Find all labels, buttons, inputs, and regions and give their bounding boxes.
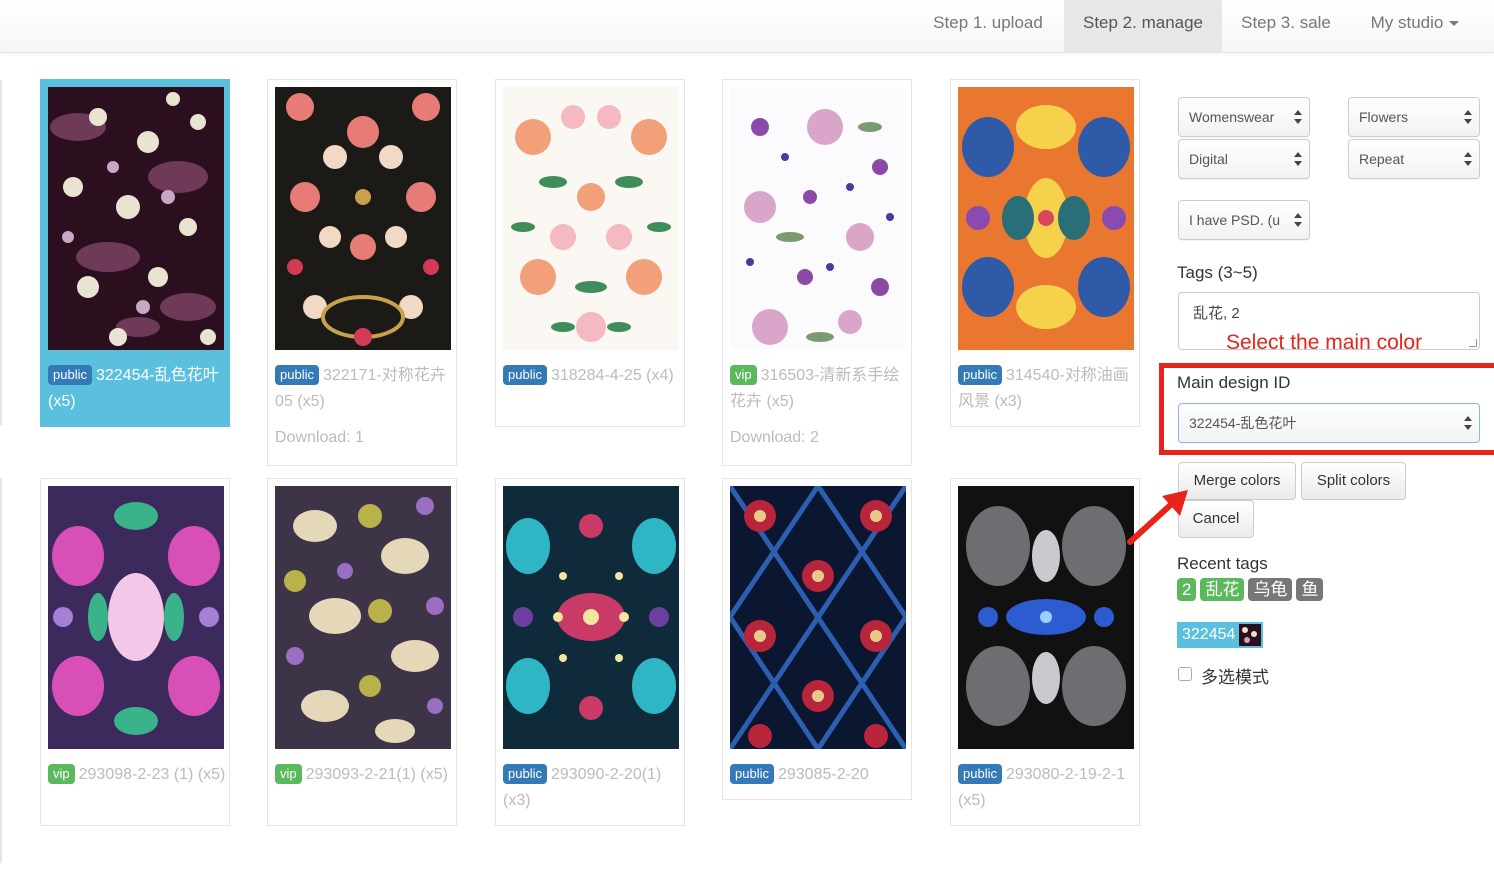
psd-select-value: I have PSD. (u bbox=[1189, 212, 1281, 228]
select-arrows-icon bbox=[1294, 213, 1302, 227]
technique-select-value: Digital bbox=[1189, 151, 1228, 167]
status-badge: vip bbox=[48, 764, 75, 784]
download-count: Download: 2 bbox=[730, 429, 819, 446]
recent-tag[interactable]: 乱花 bbox=[1200, 578, 1245, 601]
design-card[interactable]: vip 293093-2-21(1) (x5) bbox=[267, 478, 457, 826]
design-thumbnail[interactable] bbox=[48, 486, 224, 749]
nav-step-upload[interactable]: Step 1. upload bbox=[914, 0, 1062, 53]
design-title[interactable]: 293085-2-20 bbox=[778, 766, 869, 783]
left-scroll-edge bbox=[0, 80, 2, 425]
design-caption: vip 293098-2-23 (1) (x5) bbox=[48, 762, 226, 788]
status-badge: public bbox=[503, 365, 547, 385]
theme-select-value: Flowers bbox=[1359, 109, 1409, 125]
design-thumbnail[interactable] bbox=[503, 87, 679, 350]
annotation-arrow-icon bbox=[1127, 490, 1188, 545]
design-title[interactable]: 318284-4-25 (x4) bbox=[551, 367, 674, 384]
design-caption: vip 293093-2-21(1) (x5) bbox=[275, 762, 453, 788]
recent-tag[interactable]: 乌龟 bbox=[1248, 578, 1293, 601]
psd-select[interactable]: I have PSD. (u bbox=[1178, 200, 1310, 240]
status-badge: public bbox=[48, 365, 92, 385]
design-card[interactable]: public 293090-2-20(1) (x3) bbox=[495, 478, 685, 826]
top-navbar: Step 1. upload Step 2. manage Step 3. sa… bbox=[0, 0, 1494, 53]
design-card[interactable]: public 322171-对称花卉05 (x5) Download: 1 bbox=[267, 79, 457, 466]
layout-select-value: Repeat bbox=[1359, 151, 1405, 167]
design-card[interactable]: vip 316503-清新系手绘花卉 (x5) Download: 2 bbox=[722, 79, 912, 466]
design-thumbnail[interactable] bbox=[48, 87, 224, 350]
recent-tags-label: Recent tags bbox=[1177, 554, 1268, 573]
design-title[interactable]: 293098-2-23 (1) (x5) bbox=[79, 766, 226, 783]
recent-design-chip[interactable]: 322454 bbox=[1177, 622, 1263, 648]
annotation-text: Select the main color bbox=[1226, 331, 1423, 354]
main-design-id-label: Main design ID bbox=[1177, 373, 1291, 392]
design-caption: vip 316503-清新系手绘花卉 (x5) bbox=[730, 363, 908, 415]
select-arrows-icon bbox=[1294, 110, 1302, 124]
caret-down-icon bbox=[1449, 21, 1460, 27]
design-thumbnail[interactable] bbox=[275, 87, 451, 350]
left-scroll-edge bbox=[0, 478, 2, 863]
multi-select-label: 多选模式 bbox=[1201, 668, 1269, 687]
design-thumbnail[interactable] bbox=[730, 87, 906, 350]
design-thumbnail[interactable] bbox=[503, 486, 679, 749]
select-arrows-icon bbox=[1464, 110, 1472, 124]
tags-input-value: 乱花, 2 bbox=[1193, 305, 1240, 322]
status-badge: vip bbox=[730, 365, 757, 385]
design-thumbnail[interactable] bbox=[275, 486, 451, 749]
status-badge: public bbox=[730, 764, 774, 784]
recent-design-id: 322454 bbox=[1182, 626, 1236, 643]
status-badge: public bbox=[275, 365, 319, 385]
nav-step-manage[interactable]: Step 2. manage bbox=[1064, 0, 1222, 53]
download-count: Download: 1 bbox=[275, 429, 364, 446]
technique-select[interactable]: Digital bbox=[1178, 139, 1310, 179]
design-thumbnail[interactable] bbox=[958, 486, 1134, 749]
design-caption: public 293085-2-20 bbox=[730, 762, 908, 788]
design-card[interactable]: public 293080-2-19-2-1 (x5) bbox=[950, 478, 1140, 826]
design-card[interactable]: vip 293098-2-23 (1) (x5) bbox=[40, 478, 230, 826]
multi-select-checkbox[interactable] bbox=[1178, 667, 1192, 681]
select-arrows-icon bbox=[1294, 152, 1302, 166]
recent-tags-list: 2 乱花 乌龟鱼 bbox=[1177, 578, 1327, 601]
tags-label: Tags (3~5) bbox=[1177, 263, 1258, 282]
theme-select[interactable]: Flowers bbox=[1348, 97, 1480, 137]
design-thumbnail[interactable] bbox=[730, 486, 906, 749]
merge-colors-button[interactable]: Merge colors bbox=[1178, 462, 1296, 500]
main-design-id-value: 322454-乱色花叶 bbox=[1189, 415, 1297, 431]
status-badge: public bbox=[958, 365, 1002, 385]
design-caption: public 293090-2-20(1) (x3) bbox=[503, 762, 681, 814]
status-badge: public bbox=[503, 764, 547, 784]
nav-step-sale[interactable]: Step 3. sale bbox=[1224, 0, 1348, 53]
layout-select[interactable]: Repeat bbox=[1348, 139, 1480, 179]
design-caption: public 322171-对称花卉05 (x5) bbox=[275, 363, 453, 415]
status-badge: public bbox=[958, 764, 1002, 784]
design-card[interactable]: public 322454-乱色花叶 (x5) bbox=[40, 79, 230, 427]
select-arrows-icon bbox=[1464, 152, 1472, 166]
design-thumbnail[interactable] bbox=[958, 87, 1134, 350]
design-card[interactable]: public 293085-2-20 bbox=[722, 478, 912, 800]
category-select[interactable]: Womenswear bbox=[1178, 97, 1310, 137]
design-caption: public 318284-4-25 (x4) bbox=[503, 363, 681, 389]
nav-my-studio[interactable]: My studio bbox=[1350, 0, 1480, 53]
resize-grip-icon[interactable] bbox=[1469, 339, 1477, 347]
category-select-value: Womenswear bbox=[1189, 109, 1275, 125]
recent-tag[interactable]: 鱼 bbox=[1296, 578, 1324, 601]
nav-my-studio-label: My studio bbox=[1370, 13, 1444, 32]
design-caption: public 293080-2-19-2-1 (x5) bbox=[958, 762, 1136, 814]
design-card[interactable]: public 314540-对称油画风景 (x3) bbox=[950, 79, 1140, 427]
design-title[interactable]: 293093-2-21(1) (x5) bbox=[306, 766, 448, 783]
main-design-id-select[interactable]: 322454-乱色花叶 bbox=[1178, 403, 1480, 443]
select-arrows-icon bbox=[1464, 416, 1472, 430]
design-caption: public 314540-对称油画风景 (x3) bbox=[958, 363, 1136, 415]
recent-tag[interactable]: 2 bbox=[1177, 578, 1197, 601]
design-card[interactable]: public 318284-4-25 (x4) bbox=[495, 79, 685, 427]
design-caption: public 322454-乱色花叶 (x5) bbox=[48, 363, 226, 415]
split-colors-button[interactable]: Split colors bbox=[1301, 462, 1406, 500]
recent-design-thumbnail bbox=[1239, 624, 1261, 646]
status-badge: vip bbox=[275, 764, 302, 784]
